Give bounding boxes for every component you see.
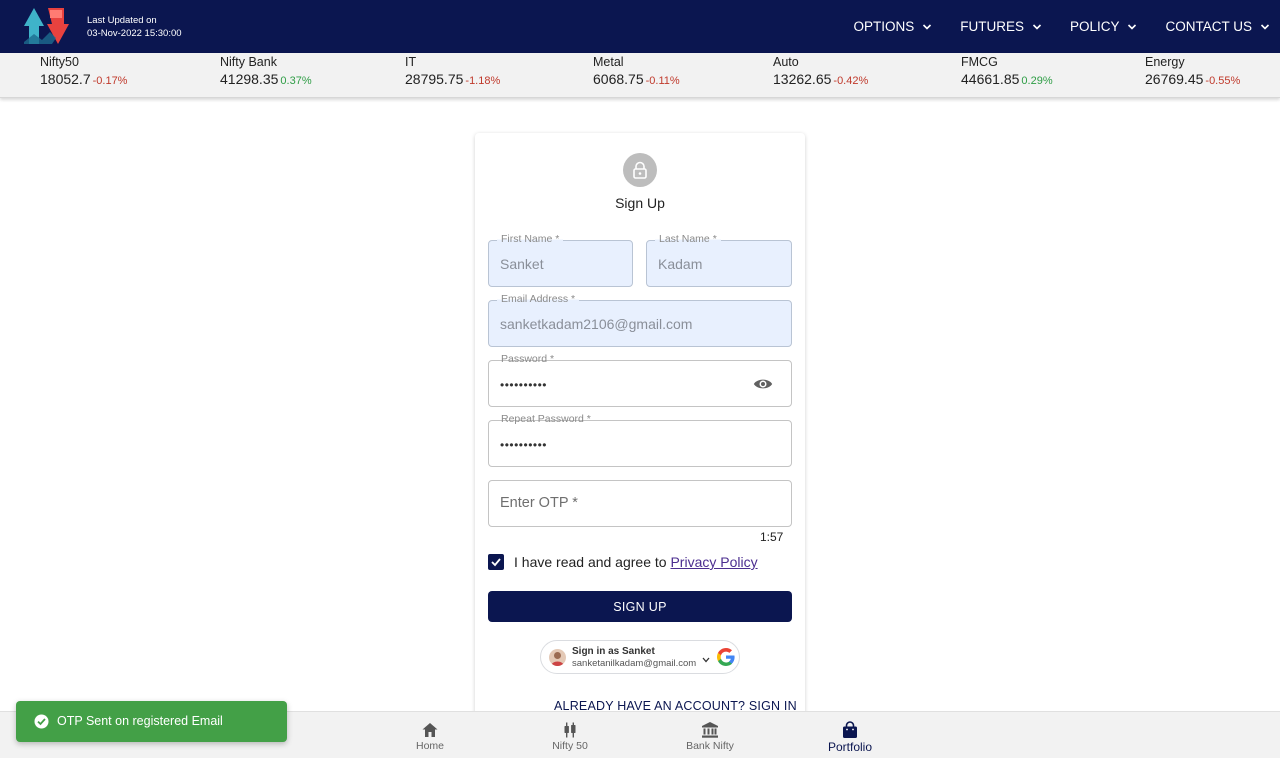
nav-options-label: OPTIONS	[853, 19, 915, 34]
agree-checkbox[interactable]	[488, 554, 504, 570]
nav-policy-label: POLICY	[1069, 19, 1120, 34]
last-updated: Last Updated on 03-Nov-2022 15:30:00	[87, 14, 182, 40]
ticker-name: IT	[405, 55, 417, 69]
last-updated-time: 03-Nov-2022 15:30:00	[87, 28, 182, 39]
main-nav: OPTIONS FUTURES POLICY CONTACT US	[853, 0, 1280, 53]
nav-futures-label: FUTURES	[960, 19, 1024, 34]
ticker-change: -1.18%	[465, 75, 501, 87]
bottom-nav-bank-nifty[interactable]: Bank Nifty	[660, 712, 760, 759]
last-name-value[interactable]: Kadam	[658, 256, 702, 272]
ticker-value: 41298.35	[220, 71, 279, 87]
visibility-toggle-icon[interactable]	[753, 377, 773, 391]
bottom-nav-nifty50[interactable]: Nifty 50	[520, 712, 620, 759]
toast-message: OTP Sent on registered Email	[57, 714, 223, 728]
agree-text: I have read and agree to Privacy Policy	[514, 554, 758, 570]
ticker-name: Nifty Bank	[220, 55, 277, 69]
snackbar-toast: OTP Sent on registered Email	[16, 701, 287, 742]
shopping-bag-icon	[843, 721, 857, 738]
nav-options[interactable]: OPTIONS	[853, 19, 932, 34]
privacy-policy-link[interactable]: Privacy Policy	[670, 554, 757, 570]
ticker-value: 6068.75	[593, 71, 644, 87]
avatar	[549, 649, 566, 666]
index-ticker: Nifty50 18052.7 -0.17% Nifty Bank 41298.3…	[0, 53, 1280, 98]
ticker-value: 13262.65	[773, 71, 832, 87]
bottom-nav-bank-nifty-label: Bank Nifty	[686, 740, 734, 752]
email-label: Email Address *	[497, 293, 580, 305]
lock-avatar	[623, 153, 657, 187]
ticker-change: 0.37%	[280, 75, 312, 87]
first-name-label: First Name *	[497, 233, 564, 245]
chevron-down-icon	[923, 23, 932, 30]
google-account-name: Sign in as Sanket	[572, 646, 655, 657]
google-account-email: sanketanilkadam@gmail.com	[572, 658, 697, 669]
email-value[interactable]: sanketkadam2106@gmail.com	[500, 316, 692, 332]
ticker-change: 0.29%	[1021, 75, 1053, 87]
first-name-field[interactable]: First Name * Sanket	[488, 233, 633, 287]
ticker-name: FMCG	[961, 55, 998, 69]
repeat-password-field[interactable]: Repeat Password * ••••••••••	[488, 413, 792, 467]
ticker-value: 18052.7	[40, 71, 91, 87]
ticker-value: 44661.85	[961, 71, 1020, 87]
bottom-nav-home[interactable]: Home	[380, 712, 480, 759]
repeat-password-label: Repeat Password *	[497, 413, 595, 425]
ticker-name: Auto	[773, 55, 799, 69]
chevron-down-icon[interactable]	[702, 657, 710, 663]
ticker-item-auto[interactable]: Auto 13262.65 -0.42%	[773, 55, 868, 89]
ticker-item-nifty50[interactable]: Nifty50 18052.7 -0.17%	[40, 55, 127, 89]
ticker-change: -0.17%	[92, 75, 128, 87]
chevron-down-icon	[1260, 23, 1270, 30]
chevron-down-icon	[1032, 23, 1042, 30]
ticker-value: 26769.45	[1145, 71, 1204, 87]
last-name-field[interactable]: Last Name * Kadam	[646, 233, 792, 287]
last-name-label: Last Name *	[655, 233, 721, 245]
ticker-value: 28795.75	[405, 71, 464, 87]
ticker-item-energy[interactable]: Energy 26769.45 -0.55%	[1145, 55, 1240, 89]
ticker-item-metal[interactable]: Metal 6068.75 -0.11%	[593, 55, 680, 89]
nav-policy[interactable]: POLICY	[1070, 19, 1138, 34]
ticker-change: -0.11%	[645, 75, 680, 87]
bank-icon	[702, 722, 718, 738]
top-app-bar: Last Updated on 03-Nov-2022 15:30:00 OPT…	[0, 0, 1280, 53]
signup-card: Sign Up First Name * Sanket Last Name * …	[475, 133, 805, 733]
lock-icon	[633, 161, 647, 179]
bottom-nav-portfolio[interactable]: Portfolio	[800, 712, 900, 759]
logo-icon[interactable]	[22, 4, 72, 46]
google-logo-icon	[717, 648, 735, 666]
home-icon	[422, 723, 438, 737]
page-title: Sign Up	[615, 195, 665, 211]
repeat-password-value[interactable]: ••••••••••	[500, 438, 547, 452]
signup-button[interactable]: SIGN UP	[488, 591, 792, 622]
password-label: Password *	[497, 353, 559, 365]
ticker-item-it[interactable]: IT 28795.75 -1.18%	[405, 55, 500, 89]
otp-timer: 1:57	[760, 530, 784, 544]
password-field[interactable]: Password * ••••••••••	[488, 353, 792, 407]
ticker-name: Energy	[1145, 55, 1185, 69]
chevron-down-icon	[1128, 23, 1137, 30]
candlestick-icon	[564, 722, 576, 738]
nav-contact-us[interactable]: CONTACT US	[1165, 19, 1270, 34]
bottom-nav-portfolio-label: Portfolio	[827, 740, 873, 754]
ticker-change: -0.42%	[833, 75, 869, 87]
agree-label: I have read and agree to	[514, 554, 667, 570]
ticker-name: Metal	[593, 55, 624, 69]
bottom-nav-nifty50-label: Nifty 50	[552, 740, 588, 752]
nav-contact-us-label: CONTACT US	[1165, 19, 1252, 34]
check-icon	[491, 558, 501, 567]
nav-futures[interactable]: FUTURES	[960, 19, 1042, 34]
bottom-nav-home-label: Home	[415, 740, 444, 752]
ticker-item-nifty-bank[interactable]: Nifty Bank 41298.35 0.37%	[220, 55, 312, 89]
last-updated-label: Last Updated on	[87, 15, 157, 26]
check-circle-icon	[34, 714, 49, 729]
email-field[interactable]: Email Address * sanketkadam2106@gmail.co…	[488, 293, 792, 347]
password-value[interactable]: ••••••••••	[500, 378, 547, 392]
first-name-value[interactable]: Sanket	[500, 256, 544, 272]
otp-placeholder[interactable]: Enter OTP *	[500, 495, 578, 511]
ticker-item-fmcg[interactable]: FMCG 44661.85 0.29%	[961, 55, 1053, 89]
google-signin-button[interactable]: Sign in as Sanket sanketanilkadam@gmail.…	[540, 640, 740, 674]
ticker-change: -0.55%	[1205, 75, 1241, 87]
ticker-name: Nifty50	[40, 55, 79, 69]
otp-field[interactable]: Enter OTP *	[488, 480, 792, 527]
